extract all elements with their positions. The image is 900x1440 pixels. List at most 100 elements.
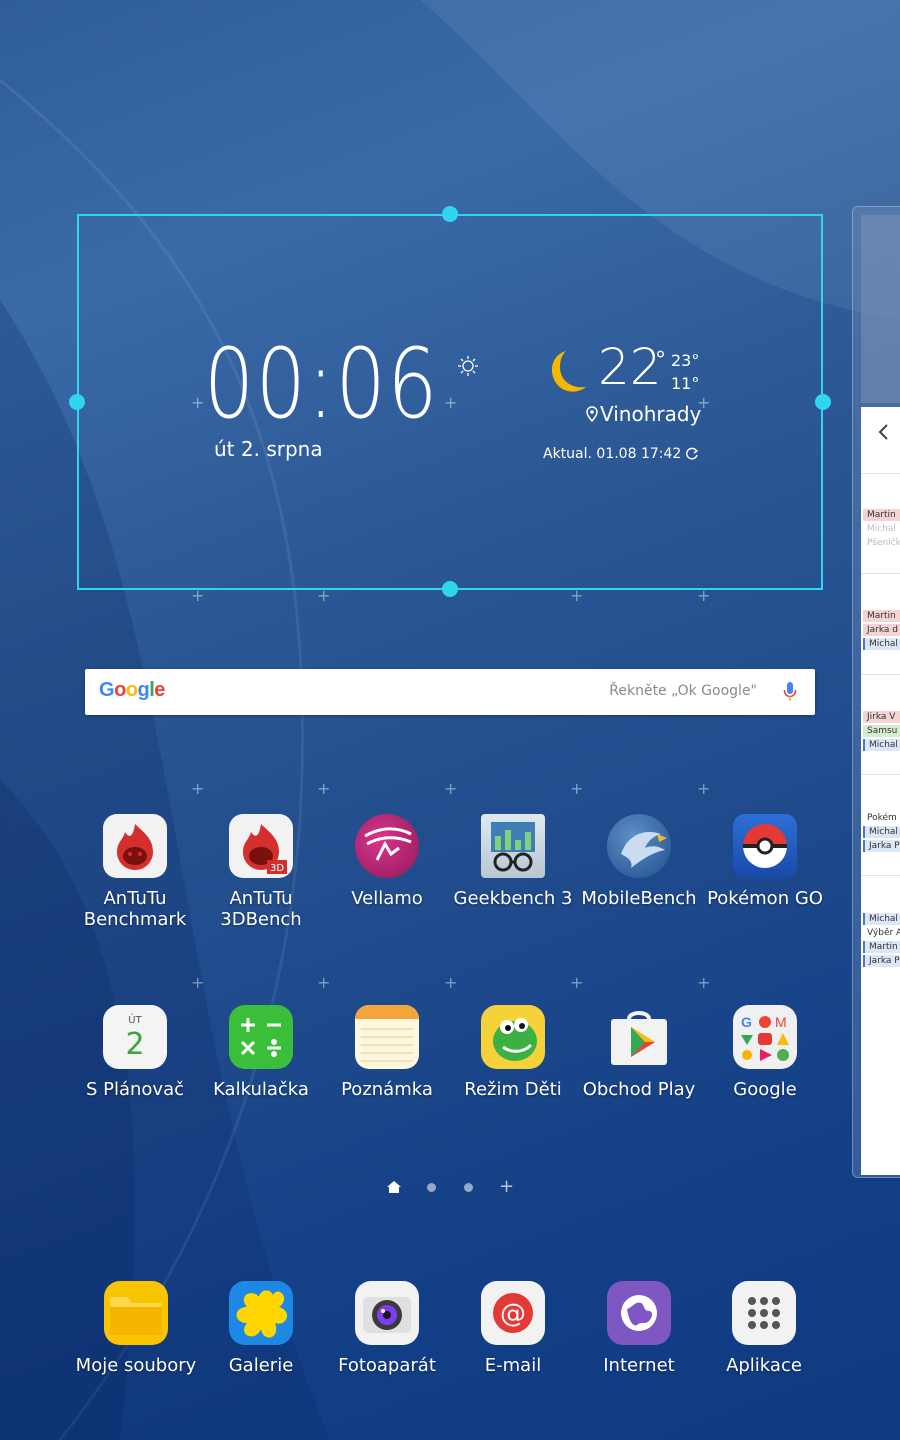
- weather-location[interactable]: Vinohrady: [586, 402, 701, 426]
- calendar-entry[interactable]: Jirka V: [863, 711, 900, 723]
- app-label: Google: [733, 1079, 797, 1100]
- calendar-entry[interactable]: Pokém: [863, 812, 900, 824]
- app-label: AnTuTu Benchmark: [83, 888, 187, 930]
- app-obchod-play[interactable]: Obchod Play: [574, 1005, 704, 1100]
- dock-moje-soubory[interactable]: Moje soubory: [71, 1281, 201, 1376]
- app-label: Poznámka: [341, 1079, 433, 1100]
- calendar-entry[interactable]: Jarka P: [863, 840, 900, 852]
- weather-updated[interactable]: Aktual. 01.08 17:42: [543, 446, 699, 462]
- app-rezim-deti[interactable]: Režim Děti: [448, 1005, 578, 1100]
- app-label: AnTuTu 3DBench: [220, 888, 302, 930]
- calendar-entry[interactable]: Michal: [863, 826, 900, 838]
- app-antutu-benchmark[interactable]: AnTuTu Benchmark: [70, 814, 200, 930]
- app-label: Obchod Play: [582, 1079, 696, 1100]
- app-label: Vellamo: [351, 888, 423, 909]
- svg-text:@: @: [500, 1299, 526, 1329]
- page-dot-3[interactable]: [464, 1183, 473, 1192]
- temperature-unit: °: [655, 348, 666, 373]
- calendar-entry[interactable]: Jarka d: [863, 624, 900, 636]
- svg-text:M: M: [775, 1014, 787, 1030]
- resize-handle-right[interactable]: [815, 394, 831, 410]
- home-page-indicator-icon[interactable]: [386, 1180, 402, 1194]
- dock-fotoaparat[interactable]: Fotoaparát: [322, 1281, 452, 1376]
- resize-handle-bottom[interactable]: [442, 581, 458, 597]
- calendar-entry[interactable]: Martin: [863, 610, 900, 622]
- search-hint: Řekněte „Ok Google": [609, 683, 757, 699]
- calculator-icon: [229, 1005, 293, 1069]
- microphone-icon[interactable]: [783, 681, 797, 703]
- edge-panel-top: [861, 215, 900, 403]
- temperature-low: 11°: [671, 374, 700, 393]
- dock-e-mail[interactable]: @ E-mail: [448, 1281, 578, 1376]
- calendar-entry[interactable]: Samsu: [863, 725, 900, 737]
- vellamo-icon: [355, 814, 419, 878]
- location-name: Vinohrady: [600, 402, 702, 426]
- app-label: Moje soubory: [75, 1355, 197, 1376]
- page-dot-2[interactable]: [427, 1183, 436, 1192]
- clock-time[interactable]: 00:06: [204, 336, 439, 432]
- app-geekbench[interactable]: Geekbench 3: [448, 814, 578, 909]
- calendar-entry[interactable]: Pšeničk: [863, 537, 900, 549]
- chevron-left-icon[interactable]: [877, 423, 889, 441]
- app-google-folder[interactable]: GM Google: [700, 1005, 830, 1100]
- resize-handle-left[interactable]: [69, 394, 85, 410]
- app-label: Fotoaparát: [338, 1355, 436, 1376]
- app-mobilebench[interactable]: MobileBench: [574, 814, 704, 909]
- folder-icon: [104, 1281, 168, 1345]
- google-logo: Google: [99, 679, 165, 701]
- updated-text: Aktual. 01.08 17:42: [543, 446, 682, 462]
- geekbench-icon: [481, 814, 545, 878]
- google-search-bar[interactable]: Google Řekněte „Ok Google": [85, 669, 815, 715]
- calendar-entry[interactable]: Michal: [863, 523, 900, 535]
- calendar-date: 2: [125, 1027, 145, 1062]
- app-antutu-3dbench[interactable]: 3D AnTuTu 3DBench: [196, 814, 326, 930]
- widget-selection-frame[interactable]: [77, 214, 823, 590]
- refresh-icon[interactable]: [685, 447, 699, 461]
- dock-internet[interactable]: Internet: [574, 1281, 704, 1376]
- gallery-icon: [229, 1281, 293, 1345]
- calendar-icon: ÚT 2: [103, 1005, 167, 1069]
- play-store-icon: [607, 1005, 671, 1069]
- app-label: Geekbench 3: [453, 888, 573, 909]
- kids-mode-icon: [481, 1005, 545, 1069]
- resize-handle-top[interactable]: [442, 206, 458, 222]
- email-icon: @: [481, 1281, 545, 1345]
- calendar-entry[interactable]: Michal: [863, 913, 900, 925]
- alarm-icon: [458, 356, 478, 376]
- app-label: E-mail: [484, 1355, 542, 1376]
- internet-icon: [607, 1281, 671, 1345]
- app-kalkulacka[interactable]: Kalkulačka: [196, 1005, 326, 1100]
- calendar-entry[interactable]: Martin: [863, 941, 900, 953]
- calendar-entry[interactable]: Výběr A: [863, 927, 900, 939]
- edge-calendar[interactable]: Martin Michal Pšeničk Martin Jarka d Mic…: [861, 407, 900, 1175]
- app-s-planovac[interactable]: ÚT 2 S Plánovač: [70, 1005, 200, 1100]
- google-folder-icon: GM: [733, 1005, 797, 1069]
- notes-icon: [355, 1005, 419, 1069]
- calendar-entry[interactable]: Martin: [863, 509, 900, 521]
- calendar-day: ÚT: [128, 1015, 142, 1026]
- svg-text:G: G: [741, 1014, 752, 1030]
- calendar-entry[interactable]: Michal: [863, 739, 900, 751]
- moon-icon: [551, 351, 586, 392]
- app-label: Režim Děti: [464, 1079, 562, 1100]
- temperature-high: 23°: [671, 351, 700, 370]
- calendar-entry[interactable]: Michal: [863, 638, 900, 650]
- pokeball-icon: [733, 814, 797, 878]
- app-vellamo[interactable]: Vellamo: [322, 814, 452, 909]
- camera-icon: [355, 1281, 419, 1345]
- dock-aplikace[interactable]: Aplikace: [699, 1281, 829, 1376]
- dock-galerie[interactable]: Galerie: [196, 1281, 326, 1376]
- app-label: MobileBench: [581, 888, 697, 909]
- app-label: Internet: [603, 1355, 675, 1376]
- app-poznamka[interactable]: Poznámka: [322, 1005, 452, 1100]
- antutu-3d-icon: 3D: [229, 814, 293, 878]
- antutu-icon: [103, 814, 167, 878]
- clock-date: út 2. srpna: [214, 437, 323, 461]
- add-page-icon[interactable]: +: [499, 1176, 514, 1197]
- edge-panel[interactable]: Martin Michal Pšeničk Martin Jarka d Mic…: [852, 206, 900, 1178]
- apps-grid-icon: [732, 1281, 796, 1345]
- svg-text:3D: 3D: [270, 863, 284, 874]
- app-pokemon-go[interactable]: Pokémon GO: [700, 814, 830, 909]
- calendar-entry[interactable]: Jarka P: [863, 955, 900, 967]
- temperature[interactable]: 22: [598, 342, 662, 392]
